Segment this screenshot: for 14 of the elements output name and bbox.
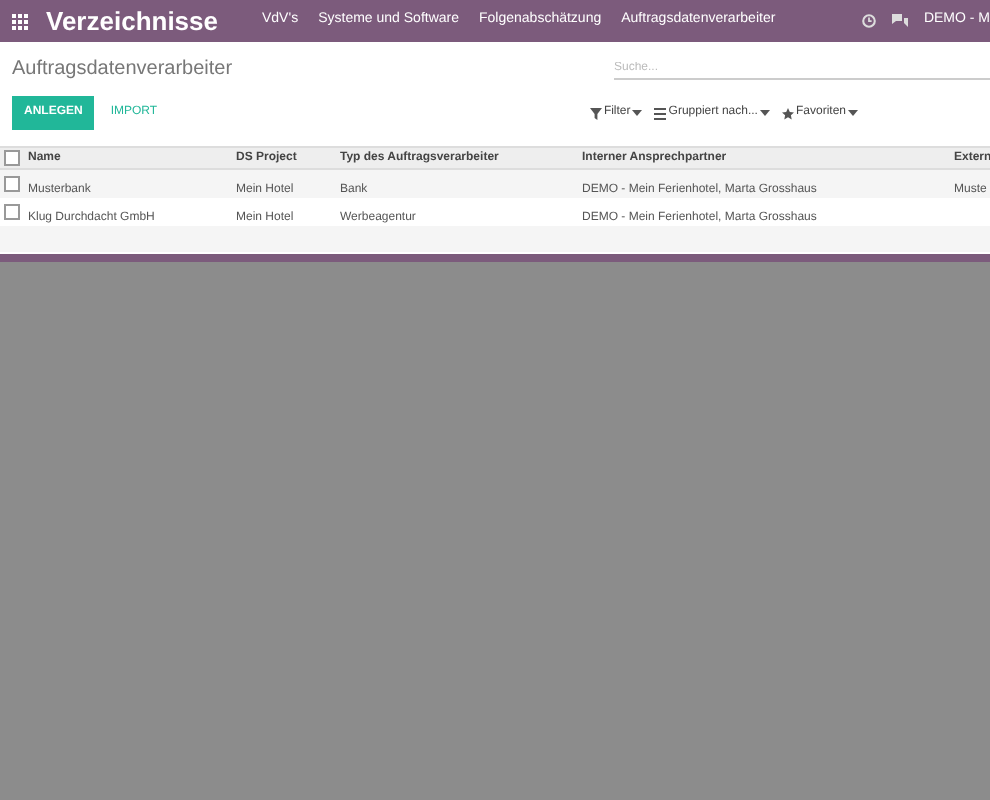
app-title: Verzeichnisse xyxy=(46,3,218,40)
caret-icon xyxy=(632,110,643,116)
apps-grid-icon[interactable] xyxy=(12,13,28,29)
caret-icon xyxy=(759,110,770,116)
row-checkbox[interactable] xyxy=(4,150,20,166)
row-checkbox[interactable] xyxy=(4,176,20,192)
clock-icon[interactable] xyxy=(861,14,876,28)
row-checkbox[interactable] xyxy=(4,204,20,220)
chat-icon[interactable] xyxy=(891,14,908,28)
funnel-icon xyxy=(589,107,602,119)
star-icon xyxy=(781,107,794,119)
caret-icon xyxy=(848,110,858,116)
breadcrumb-title: Auftragsdatenverarbeiter xyxy=(12,56,233,84)
list-icon xyxy=(654,107,667,119)
